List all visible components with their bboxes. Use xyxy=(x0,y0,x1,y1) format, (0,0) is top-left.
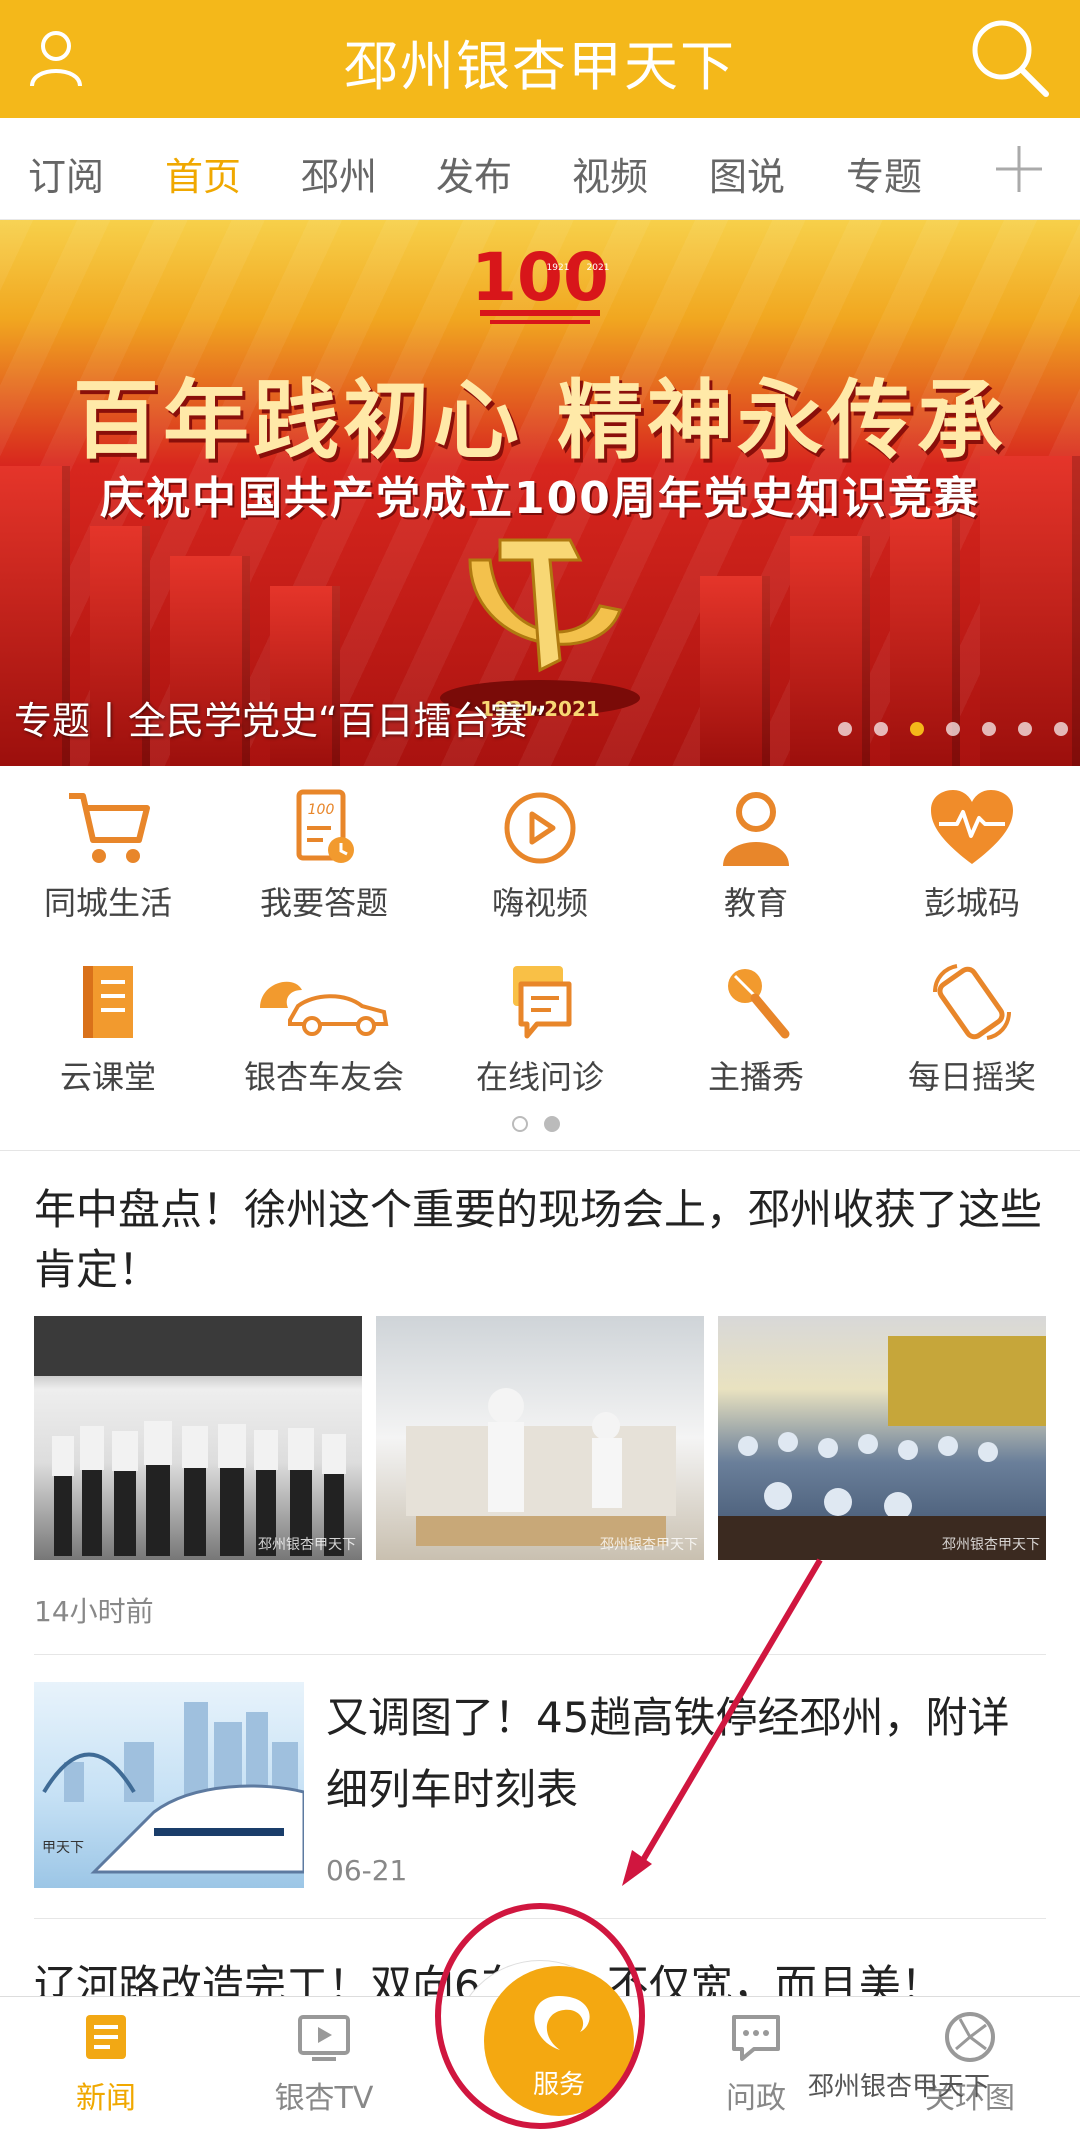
pager-dot[interactable] xyxy=(946,722,960,736)
tab-pizhou[interactable]: 邳州 xyxy=(279,146,399,201)
banner-pager xyxy=(838,722,1068,736)
pager-dot[interactable] xyxy=(982,722,996,736)
aperture-icon xyxy=(945,2012,995,2062)
photo-watermark: 邳州银杏甲天下 xyxy=(258,1537,356,1553)
banner-caption: 专题丨全民学党史“百日擂台赛” xyxy=(14,699,548,743)
news-time: 06-21 xyxy=(326,1854,408,1887)
section-divider xyxy=(0,1150,1080,1151)
play-circle-icon xyxy=(504,792,576,864)
service-label: 主播秀 xyxy=(707,1058,804,1096)
nav-ginkgo-tv[interactable]: 银杏TV xyxy=(244,2009,404,2117)
hero-banner[interactable]: 100 1921 2021 百年践初心 精神永传承 庆祝中国共产党成立100周年… xyxy=(0,220,1080,766)
tv-play-icon xyxy=(298,2015,350,2061)
service-label: 云课堂 xyxy=(59,1058,156,1096)
tab-publish[interactable]: 发布 xyxy=(414,146,534,201)
svg-text:100: 100 xyxy=(471,239,609,316)
service-label: 我要答题 xyxy=(259,884,388,922)
app-title: 邳州银杏甲天下 xyxy=(344,35,736,98)
service-city-life[interactable]: 同城生活 xyxy=(0,788,216,924)
service-car-club[interactable]: 银杏车友会 xyxy=(216,962,432,1098)
service-pengcheng-code[interactable]: 彭城码 xyxy=(864,788,1080,924)
car-icon xyxy=(260,981,389,1036)
service-label: 同城生活 xyxy=(43,884,172,922)
pager-dot[interactable] xyxy=(838,722,852,736)
news-photo[interactable]: 邳州银杏甲天下 xyxy=(376,1316,704,1560)
service-button[interactable]: 服务 xyxy=(484,1966,634,2116)
newspaper-icon xyxy=(86,2015,126,2059)
pager-dot-active[interactable] xyxy=(910,722,924,736)
service-anchor-show[interactable]: 主播秀 xyxy=(648,962,864,1098)
book-icon xyxy=(83,966,133,1038)
svg-text:甲天下: 甲天下 xyxy=(42,1840,84,1856)
annotation-arrowhead xyxy=(622,1850,652,1886)
app-header: 邳州银杏甲天下 xyxy=(0,0,1080,118)
news-time: 14小时前 xyxy=(34,1595,154,1628)
ginkgo-leaf-icon xyxy=(534,1996,590,2050)
person-icon xyxy=(723,792,789,866)
chat-bubble-icon xyxy=(513,966,572,1039)
microphone-icon xyxy=(728,969,790,1039)
pager-dot[interactable] xyxy=(1054,722,1068,736)
news-title[interactable]: 又调图了！45趟高铁停经邳州，附详细列车时刻表 xyxy=(326,1682,1048,1826)
banner-subline: 庆祝中国共产党成立100周年党史知识竞赛 xyxy=(100,473,980,524)
service-online-consult[interactable]: 在线问诊 xyxy=(432,962,648,1098)
conference-photo xyxy=(718,1336,1046,1560)
tab-home[interactable]: 首页 xyxy=(143,146,263,201)
service-label: 彭城码 xyxy=(923,884,1020,922)
add-tab-icon[interactable] xyxy=(994,144,1044,194)
nav-label: 银杏TV xyxy=(274,2081,374,2116)
pager-dot-active[interactable] xyxy=(544,1116,560,1132)
svg-text:2021: 2021 xyxy=(587,263,610,273)
heart-pulse-icon xyxy=(931,790,1013,864)
service-daily-lottery[interactable]: 每日摇奖 xyxy=(864,962,1080,1098)
list-separator xyxy=(34,1654,1046,1655)
chat-icon xyxy=(732,2015,780,2061)
list-separator xyxy=(34,1918,1046,1919)
service-label: 在线问诊 xyxy=(475,1058,604,1096)
service-label: 嗨视频 xyxy=(491,884,588,922)
tab-subscribe[interactable]: 订阅 xyxy=(6,146,126,201)
meeting-visit-photo xyxy=(34,1316,362,1556)
service-grid: 同城生活 100 我要答题 嗨视频 教育 彭城码 云课堂 银杏车友会 在线问诊 … xyxy=(0,766,1080,1150)
tab-video[interactable]: 视频 xyxy=(550,146,670,201)
wechat-watermark: 邳州银杏甲天下 xyxy=(808,2072,991,2102)
shake-phone-icon xyxy=(933,964,1011,1040)
factory-photo xyxy=(406,1388,676,1546)
high-speed-rail-image: 甲天下 xyxy=(42,1702,304,1874)
svg-text:1921: 1921 xyxy=(547,263,570,273)
service-label: 每日摇奖 xyxy=(907,1058,1036,1096)
banner-headline: 百年践初心 精神永传承 xyxy=(73,370,1007,471)
news-photo[interactable]: 邳州银杏甲天下 xyxy=(718,1316,1046,1560)
service-label: 教育 xyxy=(723,884,788,922)
shopping-cart-icon xyxy=(69,793,150,863)
nav-label: 新闻 xyxy=(76,2081,136,2116)
tab-topic[interactable]: 专题 xyxy=(824,146,944,201)
pager-dot[interactable] xyxy=(874,722,888,736)
news-thumbnail[interactable]: 甲天下 xyxy=(34,1682,304,1888)
service-video[interactable]: 嗨视频 xyxy=(432,788,648,924)
category-tabs: 订阅 首页 邳州 发布 视频 图说 专题 xyxy=(0,118,1080,220)
news-photo[interactable]: 邳州银杏甲天下 xyxy=(34,1316,362,1560)
photo-watermark: 邳州银杏甲天下 xyxy=(942,1537,1040,1553)
service-answer-quiz[interactable]: 100 我要答题 xyxy=(216,788,432,924)
photo-watermark: 邳州银杏甲天下 xyxy=(600,1537,698,1553)
banner-pillar xyxy=(700,576,770,766)
grid-pager xyxy=(512,1116,560,1132)
tab-picture[interactable]: 图说 xyxy=(687,146,807,201)
service-label: 银杏车友会 xyxy=(243,1058,404,1096)
pager-dot[interactable] xyxy=(512,1116,528,1132)
nav-news[interactable]: 新闻 xyxy=(26,2009,186,2117)
service-label: 服务 xyxy=(532,2070,585,2100)
pager-dot[interactable] xyxy=(1018,722,1032,736)
service-cloud-class[interactable]: 云课堂 xyxy=(0,962,216,1098)
search-icon[interactable] xyxy=(968,16,1050,98)
svg-text:100: 100 xyxy=(308,802,335,818)
news-title[interactable]: 年中盘点！徐州这个重要的现场会上，邳州收获了这些肯定！ xyxy=(34,1180,1044,1300)
centenary-logo: 100 1921 2021 xyxy=(471,239,610,324)
quiz-sheet-icon: 100 xyxy=(296,789,354,863)
service-education[interactable]: 教育 xyxy=(648,788,864,924)
